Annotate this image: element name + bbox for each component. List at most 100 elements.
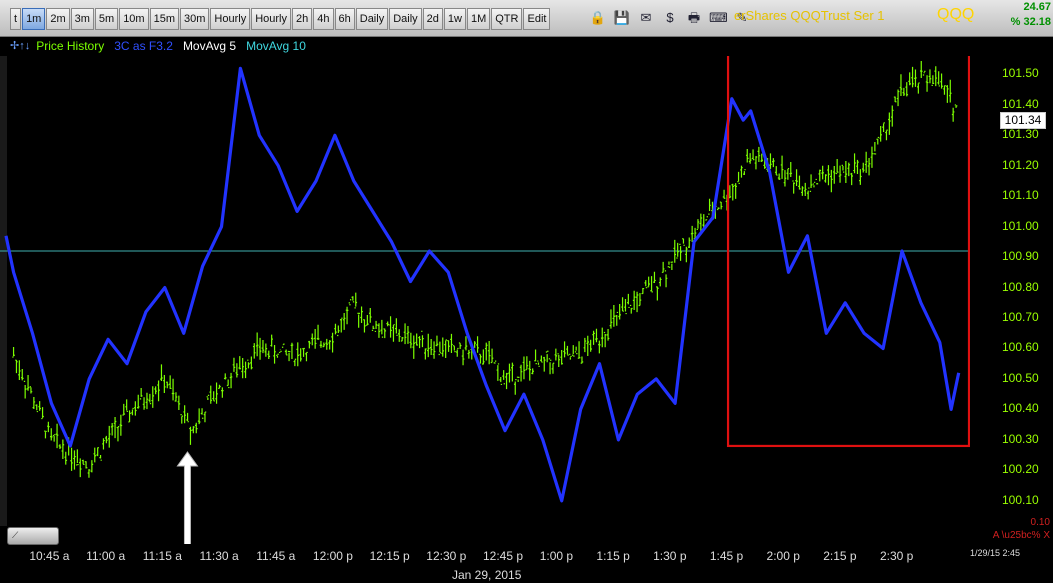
scroll-handle[interactable]: ⟋	[7, 527, 59, 545]
timeframe-button-daily[interactable]: Daily	[389, 8, 422, 30]
email-icon[interactable]: ✉	[637, 9, 655, 27]
time-axis[interactable]: Jan 29, 2015 10:45 a 11:00 a 11:15 a 11:30 …	[0, 544, 970, 583]
price-bar	[12, 347, 15, 358]
price-tick-label: 101.40	[1002, 96, 1039, 111]
plot-area[interactable]	[0, 56, 970, 544]
price-bar	[284, 349, 288, 356]
price-bar	[476, 336, 479, 353]
price-bar	[223, 373, 227, 380]
price-bar	[827, 165, 830, 186]
lock-icon[interactable]: 🔒	[589, 9, 607, 27]
price-bar	[745, 148, 749, 163]
price-bar	[719, 201, 723, 210]
keyboard-icon[interactable]: ⌨	[709, 9, 728, 27]
timeframe-button-4h[interactable]: 4h	[313, 8, 334, 30]
legend-item-3c-as-f3-2[interactable]: 3C as F3.2	[114, 39, 173, 53]
price-bar	[743, 169, 746, 175]
price-bar	[177, 395, 181, 411]
price-tick-label: 100.50	[1002, 370, 1039, 385]
dollar-icon[interactable]: $	[661, 9, 679, 27]
timeframe-button-hourly[interactable]: Hourly	[251, 8, 291, 30]
price-bar	[493, 360, 497, 364]
volume-indicator: A \u25bc% X	[992, 530, 1050, 541]
legend-item-movavg-5[interactable]: MovAvg 5	[183, 39, 236, 53]
price-bar	[682, 238, 685, 246]
timeframe-button-10m[interactable]: 10m	[119, 8, 149, 30]
timeframe-button-3m[interactable]: 3m	[70, 8, 94, 30]
price-bar	[540, 355, 543, 363]
price-bar	[134, 401, 137, 416]
price-bar	[438, 341, 442, 356]
legend-item-movavg-10[interactable]: MovAvg 10	[246, 39, 306, 53]
price-bar	[409, 332, 413, 349]
price-bar	[937, 71, 940, 87]
price-bar	[760, 153, 764, 163]
price-bar	[250, 356, 253, 370]
price-bar	[667, 261, 671, 268]
price-bar	[647, 276, 650, 288]
price-bar	[542, 356, 546, 372]
price-bar	[395, 318, 398, 336]
timeframe-button-daily[interactable]: Daily	[355, 8, 389, 30]
price-bar	[200, 408, 204, 419]
price-bar	[600, 327, 604, 348]
price-bar	[139, 387, 143, 400]
symbol-label[interactable]: QQQ	[937, 6, 974, 24]
price-bar	[218, 384, 221, 389]
timeframe-button-2m[interactable]: 2m	[46, 8, 70, 30]
timeframe-button-1m[interactable]: 1M	[466, 8, 491, 30]
timeframe-button-hourly[interactable]: Hourly	[210, 8, 251, 30]
price-bar	[632, 290, 636, 311]
price-bar	[41, 407, 44, 420]
price-bar	[235, 363, 239, 378]
timeframe-button-5m[interactable]: 5m	[94, 8, 119, 30]
time-tick-label: 2:00 p	[766, 549, 800, 563]
price-bar	[55, 423, 59, 449]
timeframe-button-1m[interactable]: 1m	[22, 8, 46, 30]
price-bar	[734, 183, 737, 199]
price-bar	[592, 330, 595, 345]
legend-move-arrows-icon[interactable]: ✢↑↓	[10, 39, 30, 53]
price-bar	[801, 186, 804, 196]
price-bar	[563, 341, 566, 358]
price-tick-label: 100.60	[1002, 340, 1039, 355]
price-bar	[32, 396, 36, 409]
timeframe-button-6h[interactable]: 6h	[334, 8, 355, 30]
price-bar	[192, 426, 195, 434]
price-bar	[951, 107, 955, 122]
price-bar	[128, 410, 131, 423]
price-bar	[215, 382, 218, 404]
save-icon[interactable]: 💾	[613, 9, 631, 27]
price-bar	[876, 136, 880, 145]
price-bar	[595, 328, 598, 343]
price-bar	[638, 293, 642, 307]
timeframe-button-2h[interactable]: 2h	[292, 8, 313, 30]
print-icon[interactable]: 🖶	[685, 9, 703, 27]
price-bar	[566, 345, 569, 356]
timeframe-button-qtr[interactable]: QTR	[491, 8, 523, 30]
price-bar	[554, 348, 558, 361]
price-bar	[116, 426, 120, 442]
timeframe-button-edit[interactable]: Edit	[523, 8, 551, 30]
price-bar	[160, 364, 163, 382]
price-bar	[856, 159, 859, 174]
price-bar	[940, 73, 943, 89]
price-bar	[803, 182, 807, 196]
price-bar	[560, 350, 563, 365]
price-bar	[441, 337, 445, 357]
time-tick-label: 11:45 a	[256, 549, 296, 563]
timeframe-button-2d[interactable]: 2d	[422, 8, 443, 30]
price-bar	[258, 337, 262, 360]
timeframe-button-30m[interactable]: 30m	[180, 8, 210, 30]
price-bar	[664, 270, 668, 288]
price-bar	[818, 169, 822, 182]
price-bar	[389, 316, 392, 338]
price-bar	[841, 164, 845, 173]
timeframe-button-15m[interactable]: 15m	[149, 8, 179, 30]
timeframe-button-t[interactable]: t	[10, 8, 22, 30]
timeframe-button-1w[interactable]: 1w	[443, 8, 466, 30]
legend-item-price-history[interactable]: Price History	[36, 39, 104, 53]
price-bar	[35, 404, 39, 413]
price-axis[interactable]: 101.50 101.40 101.30 101.20 101.10 101.00 100.…	[970, 0, 1053, 583]
price-bar	[783, 170, 787, 187]
